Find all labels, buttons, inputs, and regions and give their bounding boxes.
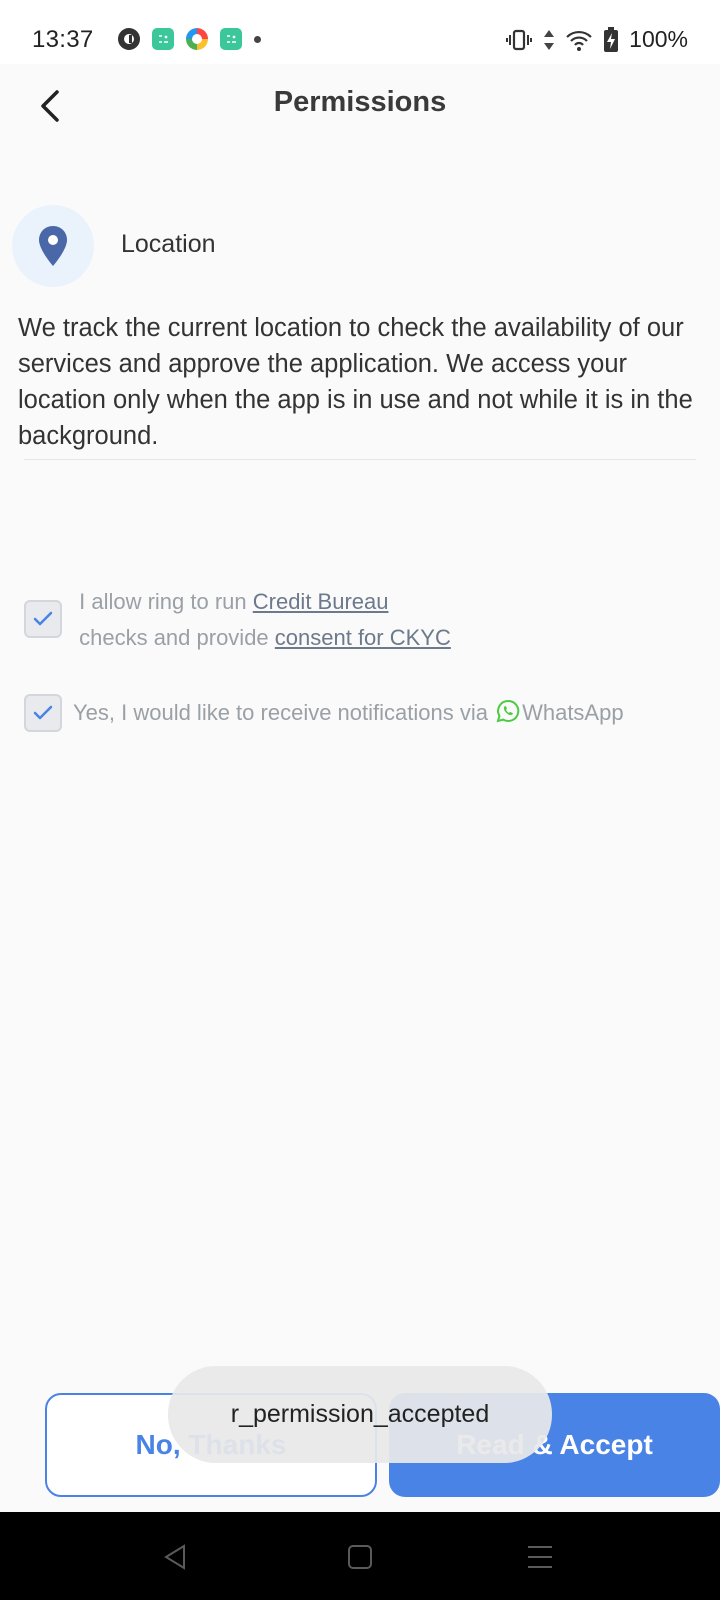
whatsapp-icon bbox=[496, 699, 520, 723]
credit-consent-text: I allow ring to run Credit Bureau checks… bbox=[73, 584, 663, 656]
status-system-icons: 100% bbox=[505, 26, 688, 53]
credit-consent-middle: checks and provide bbox=[73, 625, 275, 650]
battery-charging-icon bbox=[604, 26, 619, 52]
nav-menu-icon[interactable] bbox=[525, 1542, 555, 1572]
location-icon-badge bbox=[12, 205, 94, 287]
credit-consent-checkbox[interactable] bbox=[24, 600, 62, 638]
app-header: Permissions bbox=[0, 64, 720, 144]
toast-message: r_permission_accepted bbox=[168, 1366, 552, 1463]
whatsapp-consent-checkbox[interactable] bbox=[24, 694, 62, 732]
credit-bureau-link[interactable]: Credit Bureau bbox=[253, 589, 389, 614]
multicolor-app-icon bbox=[186, 28, 208, 50]
whatsapp-consent-row: Yes, I would like to receive notificatio… bbox=[24, 694, 624, 732]
location-title: Location bbox=[121, 230, 216, 258]
app-icon bbox=[118, 28, 140, 50]
whatsapp-consent-text: Yes, I would like to receive notificatio… bbox=[73, 695, 624, 731]
calculator-app-icon bbox=[220, 28, 242, 50]
page-title: Permissions bbox=[273, 86, 447, 118]
nav-home-icon[interactable] bbox=[345, 1542, 375, 1572]
system-nav-bar bbox=[0, 1512, 720, 1600]
location-description: We track the current location to check t… bbox=[18, 314, 693, 450]
battery-percent: 100% bbox=[629, 26, 688, 52]
vibrate-icon bbox=[506, 29, 533, 50]
whatsapp-label: WhatsApp bbox=[522, 700, 624, 725]
ckyc-consent-link[interactable]: consent for CKYC bbox=[275, 625, 451, 650]
credit-consent-row: I allow ring to run Credit Bureau checks… bbox=[24, 589, 663, 656]
whatsapp-consent-prefix: Yes, I would like to receive notificatio… bbox=[73, 700, 495, 725]
checkmark-icon bbox=[33, 705, 53, 720]
calculator-app-icon bbox=[152, 28, 174, 50]
credit-consent-prefix: I allow ring to run bbox=[73, 589, 253, 614]
status-notification-icons bbox=[118, 28, 261, 50]
divider bbox=[24, 459, 696, 460]
notification-dot bbox=[254, 35, 261, 43]
map-pin-icon bbox=[39, 226, 67, 266]
data-arrows-icon bbox=[544, 29, 555, 50]
checkmark-icon bbox=[33, 611, 53, 626]
wifi-icon bbox=[566, 30, 592, 51]
status-bar: 13:37 100% bbox=[0, 0, 720, 64]
status-time: 13:37 bbox=[32, 26, 94, 53]
nav-back-icon[interactable] bbox=[160, 1542, 190, 1572]
